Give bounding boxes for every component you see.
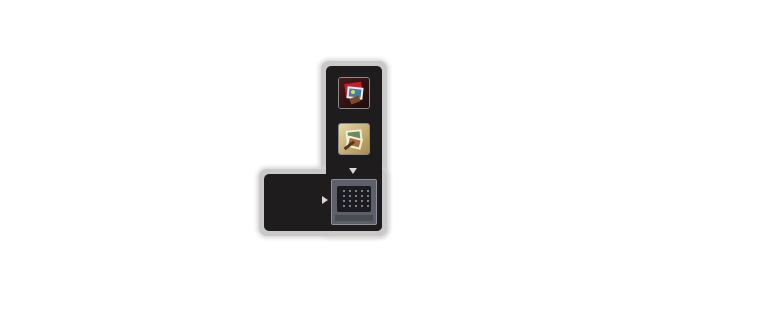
grid-dot	[361, 205, 363, 207]
photo-stack-gold-icon	[339, 124, 369, 154]
grid-pane-footer	[335, 215, 373, 221]
grid-dot	[355, 190, 357, 192]
grid-dot	[361, 200, 363, 202]
app-tile-2[interactable]	[338, 123, 370, 155]
grid-dot	[367, 190, 369, 192]
app-tile-1[interactable]	[338, 77, 370, 109]
grid-dot	[355, 200, 357, 202]
grid-dot	[367, 205, 369, 207]
grid-dot	[343, 190, 345, 192]
grid-dot	[343, 200, 345, 202]
grid-dot	[349, 205, 351, 207]
grid-dot	[361, 190, 363, 192]
grid-dot	[355, 205, 357, 207]
grid-dot	[355, 195, 357, 197]
grid-dot	[367, 200, 369, 202]
expand-right-arrow-icon[interactable]	[322, 196, 328, 204]
grid-dot	[343, 195, 345, 197]
grid-dot	[349, 190, 351, 192]
grid-dot	[343, 205, 345, 207]
photo-stack-red-icon	[339, 78, 369, 108]
grid-dot	[349, 195, 351, 197]
grid-dot	[349, 200, 351, 202]
grid-dot	[367, 195, 369, 197]
app-grid-icon	[337, 186, 371, 212]
app-grid-button[interactable]	[331, 179, 377, 225]
grid-dot	[361, 195, 363, 197]
stage	[0, 0, 770, 330]
expand-down-arrow-icon[interactable]	[349, 168, 357, 174]
